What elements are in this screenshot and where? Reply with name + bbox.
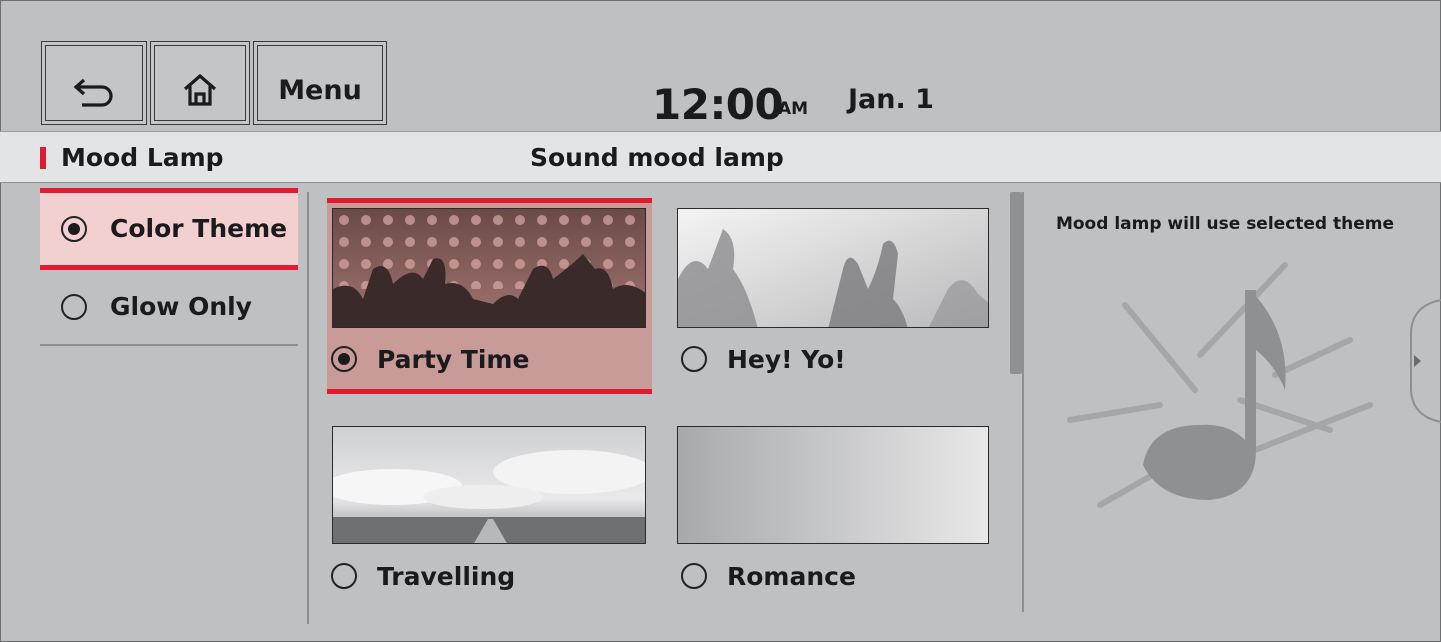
- music-note-icon: [1067, 262, 1373, 508]
- theme-label: Travelling: [377, 562, 516, 591]
- panel-divider-left: [307, 192, 309, 624]
- theme-label: Romance: [727, 562, 856, 591]
- page-title: Mood Lamp: [61, 143, 224, 172]
- option-color-theme[interactable]: Color Theme: [40, 188, 298, 270]
- option-glow-only[interactable]: Glow Only: [40, 272, 298, 344]
- hey-yo-thumbnail[interactable]: [677, 208, 989, 328]
- option-label: Color Theme: [110, 214, 288, 243]
- clock-time: 12:00: [652, 80, 784, 129]
- date-display: Jan. 1: [848, 84, 934, 115]
- party-time-thumbnail: [332, 208, 646, 328]
- menu-label: Menu: [278, 74, 362, 106]
- travelling-thumbnail[interactable]: [332, 426, 646, 544]
- romance-thumbnail[interactable]: [677, 426, 989, 544]
- side-panel-handle[interactable]: [1405, 298, 1441, 424]
- radio-glow-only: [61, 294, 87, 320]
- option-label: Glow Only: [110, 292, 252, 321]
- menu-button[interactable]: Menu: [253, 41, 387, 125]
- back-button[interactable]: [41, 41, 147, 125]
- preview-description: Mood lamp will use selected theme: [1055, 214, 1395, 234]
- home-button[interactable]: [150, 41, 250, 125]
- title-accent-marker: [40, 147, 46, 169]
- home-icon: [183, 73, 217, 106]
- radio-travelling: [331, 563, 357, 589]
- section-title: Sound mood lamp: [530, 143, 784, 172]
- scrollbar-thumb[interactable]: [1010, 192, 1022, 374]
- panel-divider-right: [1022, 192, 1024, 612]
- radio-color-theme: [61, 216, 87, 242]
- radio-romance: [681, 563, 707, 589]
- list-divider: [40, 344, 298, 346]
- radio-hey-yo: [681, 346, 707, 372]
- theme-label: Hey! Yo!: [727, 345, 846, 374]
- back-arrow-icon: [73, 78, 113, 107]
- theme-label: Party Time: [377, 345, 530, 374]
- radio-party-time: [331, 346, 357, 372]
- clock-ampm: AM: [778, 99, 809, 119]
